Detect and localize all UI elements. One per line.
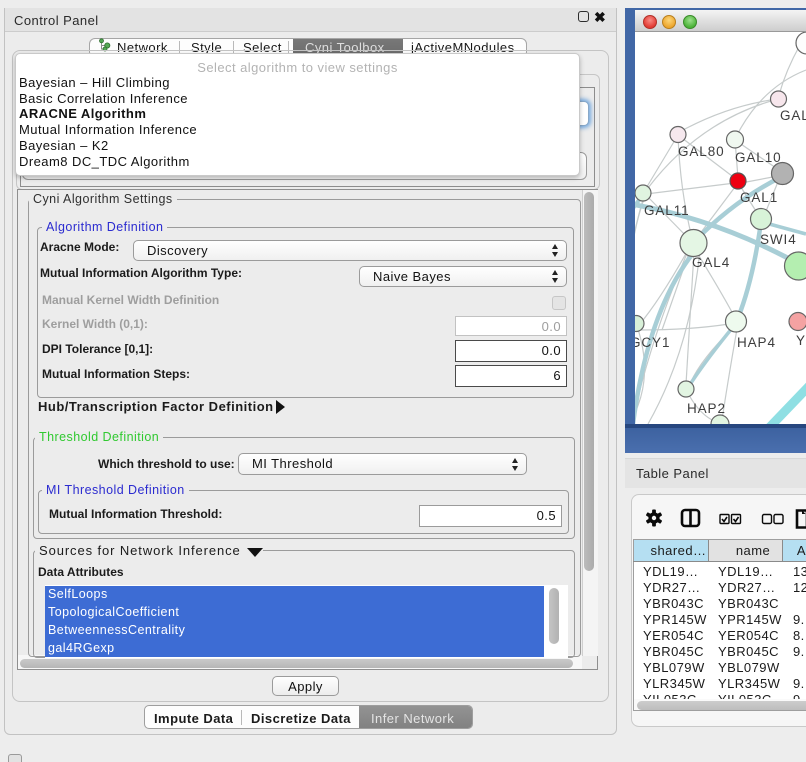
svg-text:GAL80: GAL80 <box>678 144 725 159</box>
svg-text:Y: Y <box>796 333 806 348</box>
svg-text:GAL1: GAL1 <box>740 190 778 205</box>
svg-text:GAL11: GAL11 <box>644 203 690 218</box>
svg-text:GAL4: GAL4 <box>692 255 730 270</box>
svg-text:HAP2: HAP2 <box>687 401 726 416</box>
svg-text:HAP4: HAP4 <box>737 335 776 350</box>
svg-text:GAL10: GAL10 <box>735 150 782 165</box>
svg-text:SWI4: SWI4 <box>760 232 797 247</box>
svg-text:GCY1: GCY1 <box>635 335 670 350</box>
svg-text:GAL7: GAL7 <box>780 108 806 123</box>
